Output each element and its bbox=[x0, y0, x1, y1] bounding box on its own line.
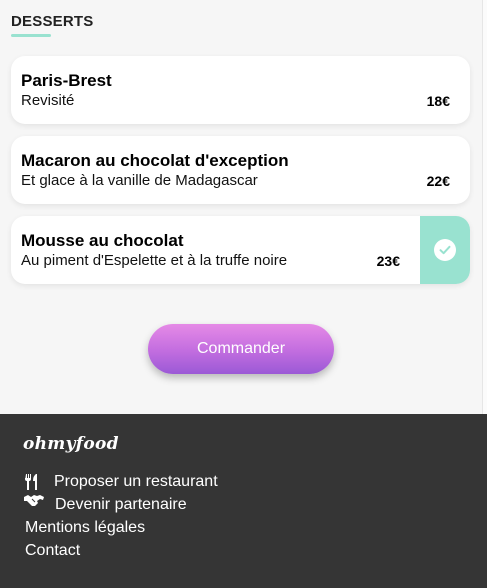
footer-logo: ohmyfood bbox=[23, 434, 119, 454]
section-underline bbox=[11, 34, 51, 37]
menu-item-name: Mousse au chocolat bbox=[21, 231, 184, 250]
footer-link-propose-restaurant[interactable]: Proposer un restaurant bbox=[54, 473, 218, 491]
selected-indicator[interactable] bbox=[420, 216, 470, 284]
menu-item-description: Revisité bbox=[21, 92, 75, 109]
menu-item-price: 18€ bbox=[426, 93, 450, 109]
menu-item-name: Macaron au chocolat d'exception bbox=[21, 151, 289, 170]
menu-item-card-selected[interactable]: Mousse au chocolat Au piment d'Espelette… bbox=[11, 216, 470, 284]
section-title: DESSERTS bbox=[11, 13, 94, 30]
footer-link-become-partner[interactable]: Devenir partenaire bbox=[55, 496, 187, 514]
handshake-icon bbox=[24, 494, 44, 513]
menu-item-description: Au piment d'Espelette et à la truffe noi… bbox=[21, 252, 288, 269]
menu-item-price: 23€ bbox=[376, 253, 400, 269]
footer: ohmyfood Proposer un restaurant Devenir … bbox=[0, 414, 487, 588]
footer-link-legal-notices[interactable]: Mentions légales bbox=[25, 519, 145, 537]
page-scrollbar[interactable] bbox=[482, 0, 487, 414]
menu-item-description: Et glace à la vanille de Madagascar bbox=[21, 172, 258, 189]
menu-item-card[interactable]: Paris-Brest Revisité 18€ bbox=[11, 56, 470, 124]
order-button[interactable]: Commander bbox=[148, 324, 334, 374]
menu-item-card[interactable]: Macaron au chocolat d'exception Et glace… bbox=[11, 136, 470, 204]
footer-link-contact[interactable]: Contact bbox=[25, 542, 80, 560]
menu-item-name: Paris-Brest bbox=[21, 71, 112, 90]
utensils-icon bbox=[24, 474, 38, 495]
check-circle-icon bbox=[434, 239, 456, 261]
menu-item-price: 22€ bbox=[426, 173, 450, 189]
